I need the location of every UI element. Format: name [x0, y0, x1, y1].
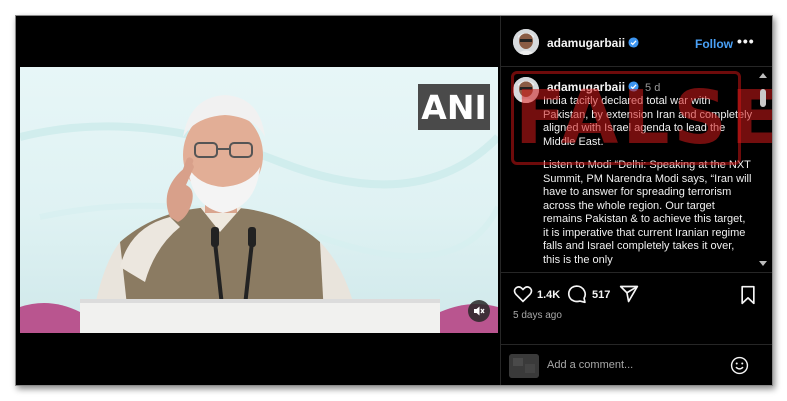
caption-avatar[interactable]: [513, 77, 539, 103]
verified-icon: [628, 81, 639, 92]
post-username[interactable]: adamugarbaii: [547, 36, 639, 50]
mute-button[interactable]: [468, 300, 490, 322]
caption-time: 5 d: [645, 82, 661, 94]
more-options-button[interactable]: •••: [737, 33, 755, 49]
commenter-avatar: [509, 354, 539, 378]
scroll-thumb[interactable]: [760, 89, 766, 107]
post-age: 5 days ago: [513, 310, 562, 321]
blurred-avatar-image: [509, 354, 539, 378]
comments-count[interactable]: 517: [592, 289, 610, 301]
likes-count[interactable]: 1.4K: [537, 289, 560, 301]
caption-username[interactable]: adamugarbaii: [547, 80, 625, 94]
instagram-post-window: ANI adamugarbaii Follow ••• adamugarbaii…: [15, 15, 773, 386]
share-icon[interactable]: [619, 284, 639, 304]
scroll-up-arrow[interactable]: [759, 73, 767, 78]
add-comment-bar: [501, 344, 772, 385]
avatar[interactable]: [513, 29, 539, 55]
avatar-image: [513, 77, 539, 103]
caption-paragraph-1: India tacitly declared total war with Pa…: [543, 95, 753, 148]
verified-icon: [628, 37, 639, 48]
comment-icon[interactable]: [567, 284, 587, 304]
post-side-panel: adamugarbaii Follow ••• adamugarbaii 5 d …: [500, 16, 772, 385]
caption-area[interactable]: adamugarbaii 5 d India tacitly declared t…: [501, 67, 772, 272]
post-header: adamugarbaii Follow •••: [501, 16, 772, 67]
emoji-icon[interactable]: [730, 356, 749, 375]
comment-input[interactable]: [547, 357, 717, 373]
action-bar: 1.4K 517 5 days ago: [501, 272, 772, 345]
follow-button[interactable]: Follow: [695, 37, 733, 51]
video-player[interactable]: ANI: [20, 67, 498, 333]
scroll-down-arrow[interactable]: [759, 261, 767, 266]
caption-paragraph-2: Listen to Modi “Delhi: Speaking at the N…: [543, 159, 752, 266]
mute-icon: [474, 306, 485, 316]
bookmark-icon[interactable]: [739, 285, 757, 305]
heart-icon[interactable]: [513, 285, 533, 303]
avatar-image: [513, 29, 539, 55]
caption-text: India tacitly declared total war with Pa…: [543, 95, 753, 272]
caption-scrollbar[interactable]: [757, 67, 769, 272]
post-username-text[interactable]: adamugarbaii: [547, 36, 625, 50]
ani-logo: ANI: [418, 84, 490, 130]
caption-username-row: adamugarbaii 5 d: [547, 80, 660, 94]
